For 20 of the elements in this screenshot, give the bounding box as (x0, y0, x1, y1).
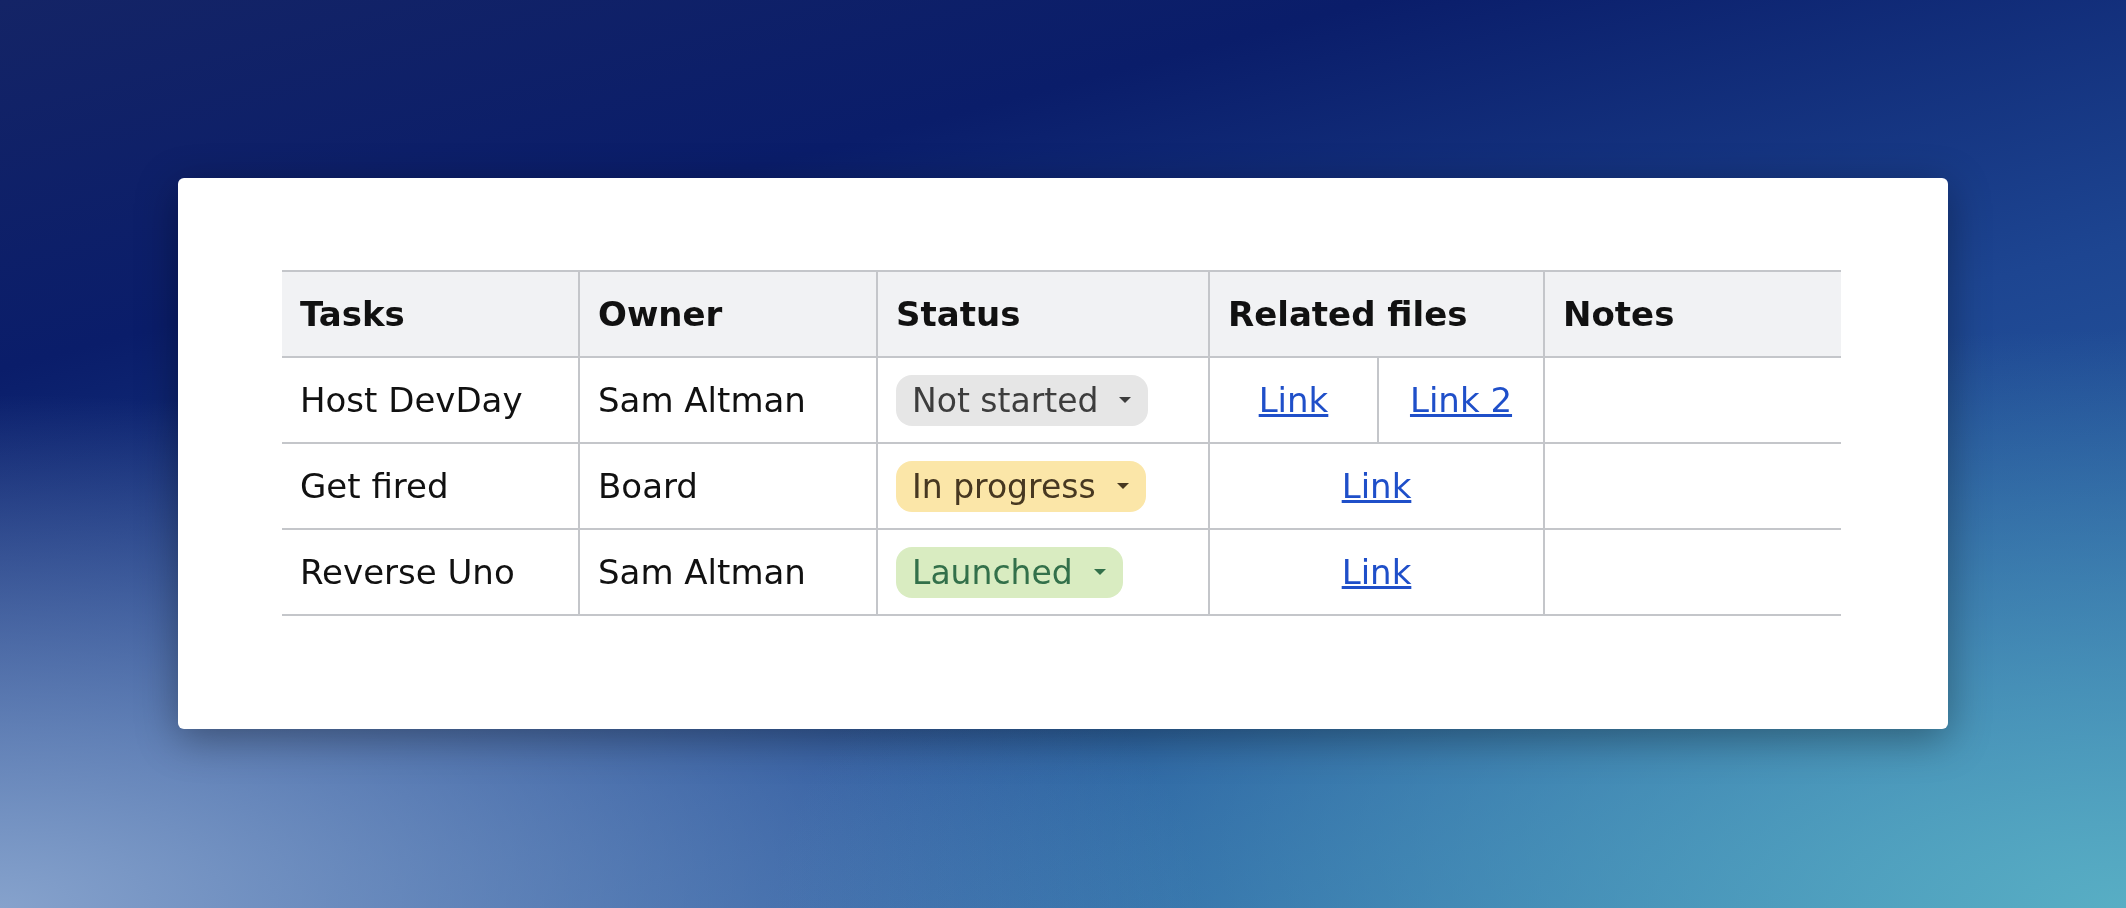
column-header: Notes (1544, 271, 1841, 357)
table-cell: Sam Altman (579, 357, 877, 443)
table-cell: Reverse Uno (282, 529, 579, 615)
column-header: Tasks (282, 271, 579, 357)
status-dropdown[interactable]: Not started (896, 374, 1149, 426)
caret-icon (1115, 482, 1130, 490)
file-link[interactable]: Link (1341, 552, 1412, 592)
table-cell: Host DevDay (282, 357, 579, 443)
column-header: Related files (1209, 271, 1544, 357)
table-cell: Board (579, 443, 877, 529)
column-header: Status (877, 271, 1209, 357)
file-link[interactable]: Link (1258, 380, 1329, 420)
table-cell: Get fired (282, 443, 579, 529)
caret-icon (1092, 568, 1107, 576)
column-header: Owner (579, 271, 877, 357)
file-link[interactable]: Link (1341, 466, 1412, 506)
status-dropdown[interactable]: Launched (896, 546, 1123, 598)
table-cell: Sam Altman (579, 529, 877, 615)
caret-icon (1118, 396, 1133, 404)
status-dropdown[interactable]: In progress (896, 460, 1146, 512)
